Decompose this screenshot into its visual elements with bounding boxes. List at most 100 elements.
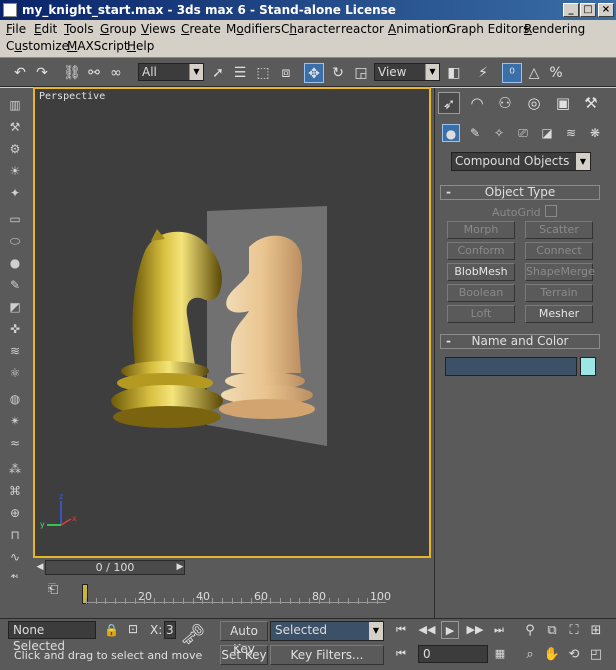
- sphere-icon[interactable]: ●: [6, 254, 24, 272]
- arc-rotate-icon[interactable]: ⟲: [564, 645, 584, 665]
- select-by-name-icon[interactable]: ☰: [230, 63, 250, 83]
- geometry-icon[interactable]: ●: [442, 124, 460, 142]
- angle-snap-icon[interactable]: △: [524, 63, 544, 83]
- pan-icon[interactable]: ✋: [542, 645, 562, 665]
- lights-icon[interactable]: ✧: [490, 124, 508, 142]
- gold-knight-model[interactable]: [111, 229, 223, 428]
- light-icon[interactable]: ☀: [6, 162, 24, 180]
- camera-icon[interactable]: ◩: [6, 298, 24, 316]
- gear-icon[interactable]: ⚙: [6, 140, 24, 158]
- particle-icon[interactable]: ⁂: [6, 460, 24, 478]
- create-tab-icon[interactable]: ➶: [438, 92, 460, 114]
- x-coordinate-field[interactable]: 3: [164, 621, 176, 639]
- key-mode-toggle-icon[interactable]: ⏮: [392, 645, 410, 663]
- menu-rendering[interactable]: Rendering: [524, 22, 585, 36]
- next-frame-icon[interactable]: ▶▶: [466, 621, 484, 639]
- percent-snap-icon[interactable]: %: [546, 63, 566, 83]
- hierarchy-tab-icon[interactable]: ⚇: [494, 92, 516, 114]
- minimize-button[interactable]: _: [563, 3, 579, 17]
- menu-customize[interactable]: Customize: [6, 39, 69, 53]
- menu-animation[interactable]: Animation: [388, 22, 449, 36]
- connect-button[interactable]: Connect: [525, 242, 593, 260]
- auto-key-button[interactable]: Auto Key: [220, 621, 268, 656]
- menu-help[interactable]: Help: [127, 39, 154, 53]
- conform-button[interactable]: Conform: [447, 242, 515, 260]
- object-name-field[interactable]: [445, 357, 577, 376]
- link-icon[interactable]: ⌘: [6, 482, 24, 500]
- key-icon[interactable]: 🗝: [180, 624, 205, 644]
- star-icon[interactable]: ✦: [6, 184, 24, 202]
- track-bar-icon[interactable]: ⎗: [48, 582, 58, 597]
- reference-coordinate-dropdown[interactable]: View ▼: [374, 63, 440, 81]
- render-icon[interactable]: ✴: [6, 412, 24, 430]
- redo-icon[interactable]: ↷: [32, 63, 52, 83]
- pivot-center-icon[interactable]: ◧: [444, 63, 464, 83]
- region-zoom-icon[interactable]: ⌕: [520, 645, 540, 665]
- time-slider[interactable]: 0 / 100: [45, 560, 185, 575]
- undo-icon[interactable]: ↶: [10, 63, 30, 83]
- close-button[interactable]: ×: [598, 3, 614, 17]
- category-dropdown[interactable]: Compound Objects ▼: [451, 152, 591, 171]
- window-crossing-icon[interactable]: ⧈: [276, 63, 296, 83]
- snaps-toggle-icon[interactable]: ⁰: [502, 63, 522, 83]
- systems-sub-icon[interactable]: ❋: [586, 124, 604, 142]
- material-icon[interactable]: ◍: [6, 390, 24, 408]
- motion-tab-icon[interactable]: ◎: [523, 92, 545, 114]
- spacewarps-icon[interactable]: ≋: [562, 124, 580, 142]
- menu-reactor[interactable]: reactor: [341, 22, 384, 36]
- select-and-rotate-icon[interactable]: ↻: [328, 63, 348, 83]
- helper-icon[interactable]: ✜: [6, 320, 24, 338]
- menu-file[interactable]: File: [6, 22, 26, 36]
- reactor-icon[interactable]: ⊕: [6, 504, 24, 522]
- zoom-all-icon[interactable]: ⧉: [542, 621, 562, 641]
- time-config-icon[interactable]: ▦: [491, 645, 509, 663]
- menu-views[interactable]: Views: [141, 22, 176, 36]
- select-object-icon[interactable]: ➚: [208, 63, 228, 83]
- object-color-swatch[interactable]: [580, 357, 596, 376]
- select-and-scale-icon[interactable]: ◲: [351, 63, 371, 83]
- time-marker[interactable]: [82, 584, 88, 604]
- track-bar[interactable]: ⎗: [0, 578, 434, 618]
- zoom-icon[interactable]: ⚲: [520, 621, 540, 641]
- terrain-button[interactable]: Terrain: [525, 284, 593, 302]
- display-tab-icon[interactable]: ▣: [552, 92, 574, 114]
- utilities-tab-icon[interactable]: ⚒: [580, 92, 602, 114]
- time-next-arrow-icon[interactable]: ▶: [173, 560, 187, 575]
- play-icon[interactable]: ▶: [441, 621, 459, 639]
- name-color-rollout[interactable]: - Name and Color: [440, 334, 600, 349]
- ripple-icon[interactable]: ≈: [6, 434, 24, 452]
- boolean-button[interactable]: Boolean: [447, 284, 515, 302]
- helpers-icon[interactable]: ◪: [538, 124, 556, 142]
- menu-group[interactable]: Group: [100, 22, 137, 36]
- current-frame-field[interactable]: 0: [418, 645, 488, 663]
- select-and-move-icon[interactable]: ✥: [304, 63, 324, 83]
- spacewarp-icon[interactable]: ≋: [6, 342, 24, 360]
- perspective-viewport[interactable]: Perspective z x y: [33, 87, 431, 558]
- modify-tab-icon[interactable]: ◠: [466, 92, 488, 114]
- mesher-button[interactable]: Mesher: [525, 305, 593, 323]
- menu-character[interactable]: Character: [281, 22, 340, 36]
- object-type-rollout[interactable]: - Object Type: [440, 185, 600, 200]
- zoom-extents-icon[interactable]: ⛶: [564, 621, 584, 641]
- zoom-extents-all-icon[interactable]: ⊞: [586, 621, 606, 641]
- maximize-button[interactable]: □: [580, 3, 596, 17]
- shapes-icon[interactable]: ✎: [466, 124, 484, 142]
- cylinder-icon[interactable]: ⬭: [6, 232, 24, 250]
- key-filters-button[interactable]: Key Filters...: [270, 645, 384, 665]
- loft-button[interactable]: Loft: [447, 305, 515, 323]
- set-key-button[interactable]: Set Key: [220, 645, 268, 665]
- select-and-link-icon[interactable]: ⛓: [62, 63, 82, 83]
- wrench-icon[interactable]: ⚒: [6, 118, 24, 136]
- rectangular-selection-icon[interactable]: ⬚: [253, 63, 273, 83]
- autogrid-checkbox[interactable]: [545, 205, 557, 217]
- lock-icon[interactable]: 🔒: [104, 623, 119, 637]
- previous-frame-icon[interactable]: ◀◀: [418, 621, 436, 639]
- key-mode-dropdown[interactable]: Selected ▼: [270, 621, 384, 641]
- menu-graph-editors[interactable]: Graph Editors: [447, 22, 529, 36]
- menu-modifiers[interactable]: Modifiers: [226, 22, 281, 36]
- maximize-viewport-icon[interactable]: ◰: [586, 645, 606, 665]
- tab-panel-icon[interactable]: ▥: [6, 96, 24, 114]
- systems-icon[interactable]: ⚛: [6, 364, 24, 382]
- blobmesh-button[interactable]: BlobMesh: [447, 263, 515, 281]
- go-to-end-icon[interactable]: ⏭: [490, 621, 508, 639]
